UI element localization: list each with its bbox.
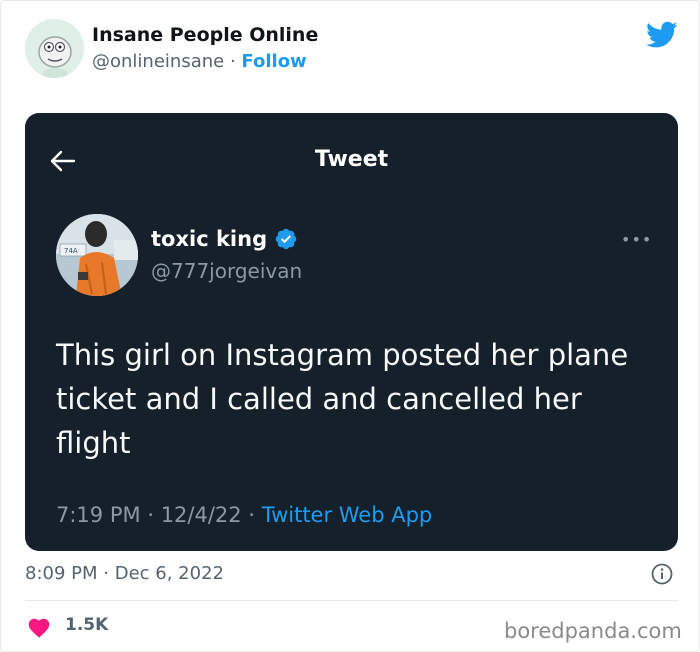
info-icon[interactable] (651, 563, 673, 585)
tweet-user-name-row: toxic king (151, 227, 298, 251)
post-date: Dec 6, 2022 (114, 563, 224, 584)
tweet-embed-card: Insane People Online @onlineinsane · Fol… (0, 0, 700, 652)
embedded-tweet-screenshot[interactable]: Tweet 74A toxic king @777jorgeivan ••• T… (25, 113, 678, 551)
handle-separator: · (229, 51, 236, 72)
more-dots-icon[interactable]: ••• (621, 230, 652, 249)
tweet-user-name[interactable]: toxic king (151, 227, 267, 251)
follow-button[interactable]: Follow (241, 51, 306, 72)
watermark: boredpanda.com (504, 619, 682, 643)
tweet-meta: 7:19 PM · 12/4/22 · Twitter Web App (56, 503, 432, 527)
tweet-user-handle[interactable]: @777jorgeivan (151, 259, 302, 283)
verified-badge-icon (274, 227, 298, 251)
meta-separator-1: · (147, 503, 154, 527)
author-name[interactable]: Insane People Online (92, 24, 318, 46)
footer-divider (25, 600, 678, 601)
author-avatar[interactable] (25, 19, 84, 78)
timestamp-separator: · (103, 563, 109, 584)
like-count[interactable]: 1.5K (65, 615, 108, 635)
tweet-date: 12/4/22 (160, 503, 242, 527)
tweet-source-app[interactable]: Twitter Web App (262, 503, 433, 527)
svg-text:74A: 74A (64, 247, 78, 255)
post-timestamp[interactable]: 8:09 PM · Dec 6, 2022 (25, 563, 224, 584)
post-time: 8:09 PM (25, 563, 98, 584)
tweet-page-title: Tweet (314, 147, 389, 172)
author-handle-line: @onlineinsane · Follow (92, 51, 307, 72)
twitter-bird-icon[interactable] (646, 21, 678, 49)
tweet-time: 7:19 PM (56, 503, 141, 527)
author-handle[interactable]: @onlineinsane (92, 51, 224, 72)
tweet-user-avatar[interactable]: 74A (56, 214, 138, 296)
heart-icon[interactable] (27, 616, 51, 638)
tweet-text: This girl on Instagram posted her plane … (56, 338, 629, 460)
meta-separator-2: · (248, 503, 256, 527)
